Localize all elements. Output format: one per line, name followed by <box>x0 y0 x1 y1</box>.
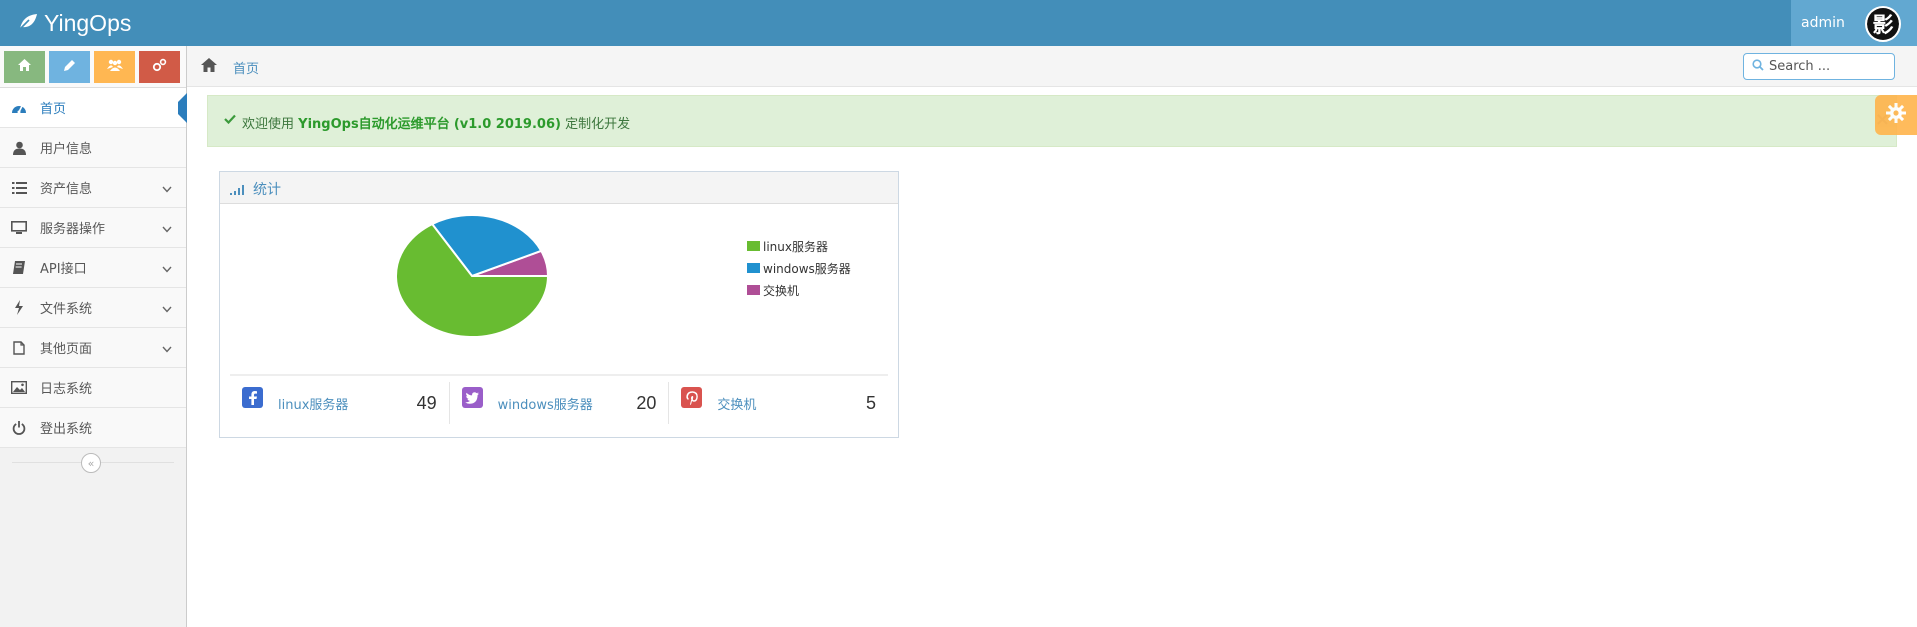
shortcut-edit-button[interactable] <box>49 51 90 83</box>
shortcut-users-button[interactable] <box>94 51 135 83</box>
legend-item: windows服务器 <box>747 257 851 279</box>
stat-item: windows服务器 20 <box>448 382 669 424</box>
sidebar-item-label: 其他页面 <box>40 342 93 357</box>
navbar: YingOps admin 影 <box>0 0 1917 46</box>
facebook-icon <box>242 387 263 408</box>
chevron-down-icon <box>162 262 172 277</box>
dashboard-icon <box>9 102 29 114</box>
stat-value: 20 <box>636 393 657 413</box>
sidebar-item[interactable]: API接口 <box>0 248 186 288</box>
alert-version: (v1.0 2019.06) <box>453 117 561 132</box>
sidebar-item-label: 文件系统 <box>40 302 93 317</box>
user-name: admin <box>1801 15 1845 31</box>
file-icon <box>9 340 29 355</box>
alert-prefix: 欢迎使用 <box>242 117 295 132</box>
sidebar-item-label: 用户信息 <box>40 142 93 157</box>
stats-widget: 统计 linux服务器 windows服务器 交换机 linux服务器 49 windo… <box>219 171 899 438</box>
alert-product: YingOps自动化运维平台 <box>298 117 450 132</box>
stat-value: 5 <box>866 393 877 413</box>
sidebar-item-label: 登出系统 <box>40 422 93 437</box>
stat-label[interactable]: linux服务器 <box>278 394 348 413</box>
brand-name: YingOps <box>44 9 132 36</box>
sidebar-collapse: « <box>0 448 186 478</box>
collapse-sidebar-button[interactable]: « <box>81 453 101 473</box>
sidebar-item[interactable]: 登出系统 <box>0 408 186 448</box>
breadcrumb: 首页 <box>187 46 1917 87</box>
sidebar-item[interactable]: 服务器操作 <box>0 208 186 248</box>
widget-title: 统计 <box>253 182 281 198</box>
picture-icon <box>9 381 29 394</box>
sidebar-item[interactable]: 文件系统 <box>0 288 186 328</box>
stat-item: 交换机 5 <box>668 382 888 424</box>
user-menu[interactable]: admin 影 <box>1791 0 1917 46</box>
chevron-down-icon <box>162 302 172 317</box>
shortcut-home-button[interactable] <box>4 51 45 83</box>
chevron-down-icon <box>162 342 172 357</box>
widget-header: 统计 <box>220 172 898 204</box>
user-icon <box>9 141 29 155</box>
brand-link[interactable]: YingOps <box>18 9 131 37</box>
legend-swatch <box>747 285 760 295</box>
chevron-down-icon <box>162 182 172 197</box>
active-indicator <box>178 93 187 123</box>
search-input[interactable] <box>1769 54 1887 79</box>
sidebar-item[interactable]: 资产信息 <box>0 168 186 208</box>
sidebar-item-label: 服务器操作 <box>40 222 106 237</box>
avatar-char: 影 <box>1867 8 1899 40</box>
pencil-icon <box>63 59 76 76</box>
pie-chart-area: linux服务器 windows服务器 交换机 <box>220 205 898 365</box>
sidebar-shortcuts <box>0 46 186 88</box>
users-icon <box>106 58 123 76</box>
pinterest-icon <box>681 387 703 408</box>
list-icon <box>9 181 29 194</box>
sidebar-item[interactable]: 日志系统 <box>0 368 186 408</box>
chevron-down-icon <box>162 222 172 237</box>
sidebar-item-label: 日志系统 <box>40 382 93 397</box>
avatar: 影 <box>1865 6 1901 42</box>
bolt-icon <box>9 300 29 315</box>
welcome-alert: 欢迎使用 YingOps自动化运维平台 (v1.0 2019.06) 定制化开发… <box>207 95 1897 147</box>
legend-swatch <box>747 263 760 273</box>
desktop-icon <box>9 221 29 234</box>
cogs-icon <box>152 58 167 76</box>
twitter-icon <box>461 387 483 408</box>
legend-swatch <box>747 241 760 251</box>
home-icon[interactable] <box>201 58 217 76</box>
stat-value: 49 <box>416 393 437 413</box>
sidebar: 首页用户信息资产信息服务器操作 API接口文件系统其他页面日志系统登出系统 « <box>0 46 187 627</box>
home-icon <box>18 59 31 75</box>
sidebar-item-label: 资产信息 <box>40 182 93 197</box>
stat-label[interactable]: windows服务器 <box>498 394 593 413</box>
alert-message: 欢迎使用 YingOps自动化运维平台 (v1.0 2019.06) 定制化开发 <box>242 113 630 132</box>
legend-label: 交换机 <box>763 283 800 298</box>
gear-icon <box>1885 102 1907 128</box>
search-box <box>1743 53 1895 80</box>
signal-icon <box>230 184 246 199</box>
legend-item: linux服务器 <box>747 235 851 257</box>
sidebar-nav: 首页用户信息资产信息服务器操作 API接口文件系统其他页面日志系统登出系统 <box>0 88 187 448</box>
legend-label: windows服务器 <box>763 261 851 276</box>
alert-suffix: 定制化开发 <box>565 117 631 132</box>
book-icon <box>9 260 29 275</box>
chart-legend: linux服务器 windows服务器 交换机 <box>747 235 851 301</box>
stat-label[interactable]: 交换机 <box>717 394 756 413</box>
legend-label: linux服务器 <box>763 239 828 254</box>
search-icon <box>1744 58 1764 75</box>
stat-item: linux服务器 49 <box>230 382 449 424</box>
sidebar-item[interactable]: 其他页面 <box>0 328 186 368</box>
sidebar-item-label: API接口 <box>40 262 87 277</box>
legend-item: 交换机 <box>747 279 851 301</box>
shortcut-settings-button[interactable] <box>139 51 180 83</box>
breadcrumb-current[interactable]: 首页 <box>233 58 259 77</box>
stats-row: linux服务器 49 windows服务器 20 交换机 5 <box>230 382 888 430</box>
settings-toggle-button[interactable] <box>1875 95 1917 135</box>
leaf-icon <box>18 10 44 37</box>
sidebar-item[interactable]: 首页 <box>0 88 187 128</box>
sidebar-item-label: 首页 <box>40 102 67 117</box>
sidebar-item[interactable]: 用户信息 <box>0 128 186 168</box>
power-icon <box>9 420 29 435</box>
check-icon <box>224 113 236 128</box>
